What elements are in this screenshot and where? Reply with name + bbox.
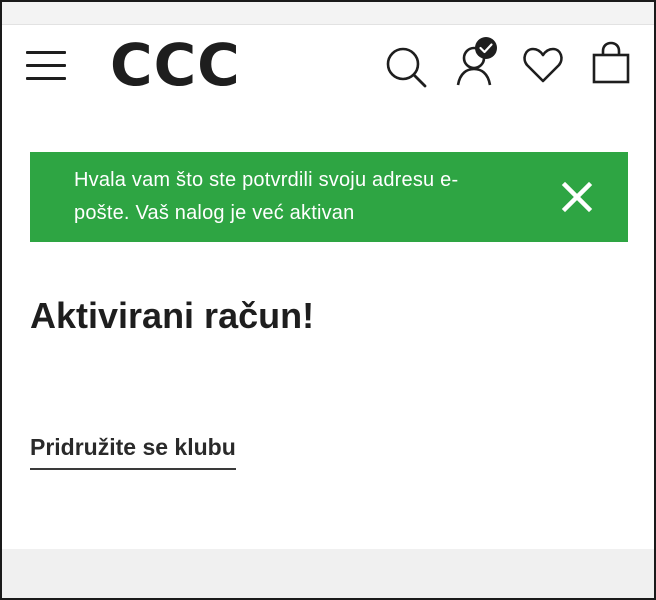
wishlist-button[interactable] bbox=[522, 45, 564, 85]
shopping-bag-icon bbox=[592, 41, 630, 84]
join-club-link[interactable]: Pridružite se klubu bbox=[30, 432, 236, 470]
footer-band bbox=[2, 549, 654, 598]
account-button[interactable] bbox=[454, 35, 504, 89]
browser-top-strip bbox=[2, 2, 654, 25]
hamburger-menu-icon bbox=[26, 51, 66, 54]
app-frame: CCC Hvala vam što ste potvrdili svoju ad… bbox=[0, 0, 656, 600]
site-header: CCC bbox=[2, 25, 654, 109]
menu-button[interactable] bbox=[26, 51, 66, 81]
site-logo[interactable]: CCC bbox=[110, 31, 241, 99]
success-banner: Hvala vam što ste potvrdili svoju adresu… bbox=[30, 152, 628, 242]
page-title: Aktivirani račun! bbox=[30, 295, 315, 336]
search-button[interactable] bbox=[384, 45, 428, 89]
cart-button[interactable] bbox=[590, 41, 632, 85]
banner-close-button[interactable] bbox=[560, 180, 594, 214]
banner-message: Hvala vam što ste potvrdili svoju adresu… bbox=[74, 164, 494, 230]
user-account-verified-icon bbox=[456, 37, 497, 86]
search-icon bbox=[386, 47, 427, 88]
banner-message-line-2: pošte. Vaš nalog je već aktivan bbox=[74, 202, 355, 224]
heart-icon bbox=[523, 47, 563, 83]
close-icon bbox=[561, 181, 593, 213]
banner-message-line-1: Hvala vam što ste potvrdili svoju adresu… bbox=[74, 169, 459, 191]
